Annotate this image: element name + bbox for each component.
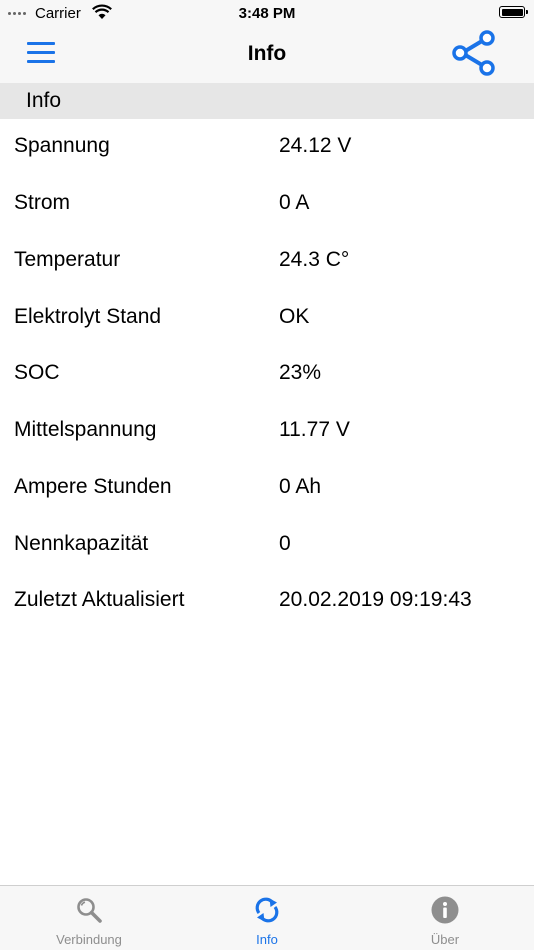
info-row-ampere-stunden: Ampere Stunden 0 Ah bbox=[0, 475, 534, 531]
info-row-spannung: Spannung 24.12 V bbox=[0, 134, 534, 190]
section-title: Info bbox=[26, 89, 62, 112]
row-value: 24.3 C° bbox=[279, 248, 350, 271]
tab-label: Verbindung bbox=[56, 932, 122, 947]
row-label: Ampere Stunden bbox=[14, 475, 172, 498]
tab-info[interactable]: Info bbox=[178, 886, 356, 950]
row-value: 11.77 V bbox=[279, 418, 350, 441]
row-label: Nennkapazität bbox=[14, 532, 149, 555]
tab-ueber[interactable]: Über bbox=[356, 886, 534, 950]
refresh-icon bbox=[255, 897, 279, 923]
row-label: Strom bbox=[14, 191, 71, 214]
row-label: Zuletzt Aktualisiert bbox=[14, 588, 185, 611]
tab-verbindung[interactable]: Verbindung bbox=[0, 886, 178, 950]
tab-label: Info bbox=[256, 932, 278, 947]
info-row-strom: Strom 0 A bbox=[0, 191, 534, 247]
info-row-elektrolyt-stand: Elektrolyt Stand OK bbox=[0, 305, 534, 361]
row-value: 23% bbox=[279, 361, 322, 384]
row-label: SOC bbox=[14, 361, 60, 384]
row-value: 24.12 V bbox=[279, 134, 352, 157]
battery-icon bbox=[499, 6, 528, 18]
info-row-temperatur: Temperatur 24.3 C° bbox=[0, 248, 534, 304]
row-label: Mittelspannung bbox=[14, 418, 157, 441]
row-label: Elektrolyt Stand bbox=[14, 305, 162, 328]
info-row-zuletzt-aktualisiert: Zuletzt Aktualisiert 20.02.2019 09:19:43 bbox=[0, 588, 534, 644]
status-time: 3:48 PM bbox=[238, 5, 296, 22]
row-value: 0 Ah bbox=[279, 475, 322, 498]
row-label: Temperatur bbox=[14, 248, 121, 271]
navigation-bar: Info bbox=[0, 28, 534, 83]
tab-label: Über bbox=[430, 932, 460, 947]
info-icon bbox=[431, 896, 459, 924]
status-bar: Carrier 3:48 PM bbox=[0, 0, 534, 28]
row-label: Spannung bbox=[14, 134, 110, 157]
info-row-nennkapazitaet: Nennkapazität 0 bbox=[0, 532, 534, 588]
row-value: 20.02.2019 09:19:43 bbox=[279, 588, 472, 611]
share-icon[interactable] bbox=[450, 28, 496, 78]
search-icon bbox=[77, 898, 102, 923]
info-row-soc: SOC 23% bbox=[0, 361, 534, 417]
row-value: OK bbox=[279, 305, 310, 328]
row-value: 0 A bbox=[279, 191, 310, 214]
row-value: 0 bbox=[279, 532, 291, 555]
info-row-mittelspannung: Mittelspannung 11.77 V bbox=[0, 418, 534, 474]
tab-bar: Verbindung Info Über bbox=[0, 885, 534, 950]
section-header: Info bbox=[0, 83, 534, 119]
